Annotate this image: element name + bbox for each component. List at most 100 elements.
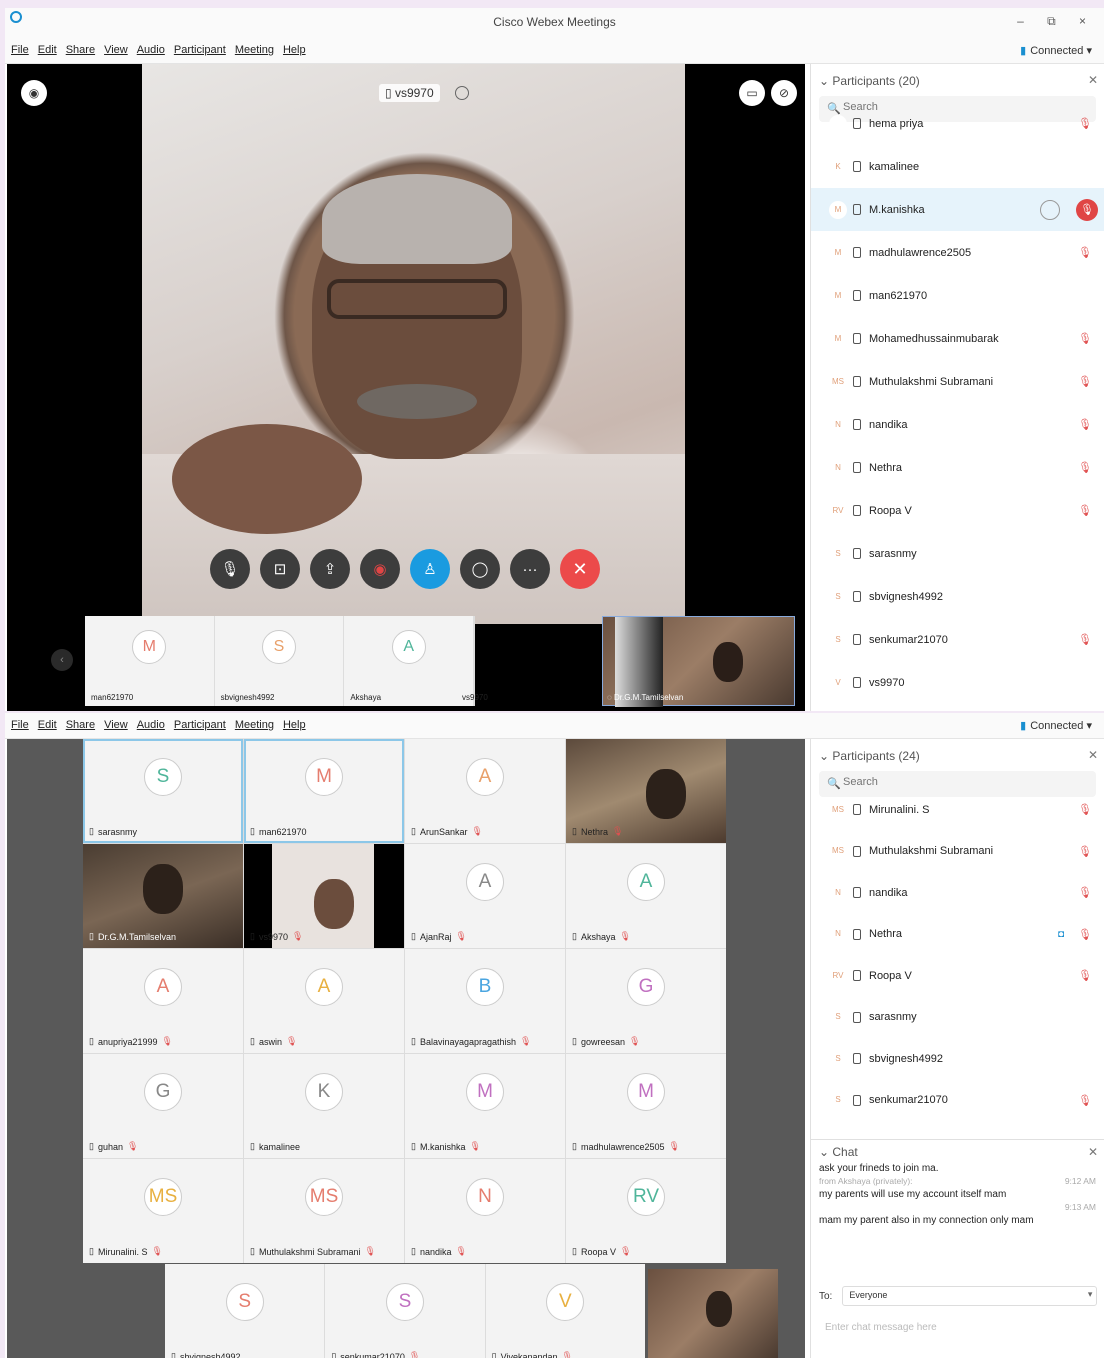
- participants-button[interactable]: ♙: [410, 549, 450, 589]
- participant-tile[interactable]: M ▯ M.kanishka 🎙: [405, 1054, 565, 1158]
- participant-tile[interactable]: A ▯ Akshaya 🎙: [566, 844, 726, 948]
- participant-row[interactable]: RV Roopa V 🎙: [811, 955, 1104, 997]
- chat-header[interactable]: ⌄ Chat ✕: [811, 1140, 1104, 1162]
- menu-view[interactable]: View: [104, 719, 128, 731]
- participant-row[interactable]: Ssbvignesh4992: [811, 575, 1104, 618]
- share-button[interactable]: ⇪: [310, 549, 350, 589]
- microphone-icon[interactable]: 🎙: [1078, 375, 1092, 388]
- participant-tile[interactable]: A ▯ anupriya21999 🎙: [83, 949, 243, 1053]
- chat-button[interactable]: ◯: [460, 549, 500, 589]
- more-options-button[interactable]: ···: [510, 549, 550, 589]
- menu-audio[interactable]: Audio: [137, 44, 165, 56]
- video-thumbnail[interactable]: vs9970: [462, 616, 488, 706]
- close-icon[interactable]: ✕: [1088, 73, 1098, 87]
- participant-row[interactable]: Mman621970: [811, 274, 1104, 317]
- participant-tile[interactable]: ▯ Dr.G.M.Tamilselvan: [83, 844, 243, 948]
- menu-participant[interactable]: Participant: [174, 44, 226, 56]
- participant-row[interactable]: Mmadhulawrence2505 🎙: [811, 231, 1104, 274]
- pin-icon[interactable]: ⊘: [771, 80, 797, 106]
- participants-header[interactable]: ⌄ Participants (20) ✕: [811, 64, 1104, 94]
- participant-tile[interactable]: M ▯ man621970: [244, 739, 404, 843]
- menu-audio[interactable]: Audio: [137, 719, 165, 731]
- participant-row[interactable]: RV Roopa V 🎙: [811, 489, 1104, 532]
- self-view[interactable]: [648, 1269, 778, 1358]
- microphone-icon[interactable]: 🎙: [1078, 117, 1092, 130]
- participant-row[interactable]: Ssarasnmy: [811, 532, 1104, 575]
- chat-input[interactable]: Enter chat message here: [825, 1322, 937, 1333]
- participant-row[interactable]: Nnandika 🎙: [811, 872, 1104, 914]
- video-thumbnail[interactable]: A Akshaya: [344, 616, 475, 706]
- menu-edit[interactable]: Edit: [38, 44, 57, 56]
- menu-file[interactable]: File: [11, 44, 29, 56]
- participant-tile[interactable]: MS ▯ Mirunalini. S 🎙: [83, 1159, 243, 1263]
- participant-row[interactable]: Kkamalinee: [811, 145, 1104, 188]
- mute-participant-button[interactable]: 🎙: [1076, 198, 1098, 221]
- record-button[interactable]: ◉: [360, 549, 400, 589]
- participant-tile[interactable]: S ▯ senkumar21070 🎙: [325, 1264, 485, 1358]
- connection-status[interactable]: ▮ Connected ▾: [1020, 44, 1092, 57]
- active-speaker-video[interactable]: ◉ ▭ ⊘ ▯ vs9970 🎙 ⊡ ⇪ ◉ ♙ ◯ ··· ✕ ‹ Mman6…: [7, 64, 805, 711]
- participant-tile[interactable]: N ▯ nandika 🎙: [405, 1159, 565, 1263]
- recipient-select[interactable]: Everyone: [842, 1286, 1098, 1306]
- leave-meeting-button[interactable]: ✕: [560, 549, 600, 589]
- participant-row[interactable]: MS Muthulakshmi Subramani 🎙: [811, 360, 1104, 403]
- participant-tile[interactable]: ▯ Nethra 🎙: [566, 739, 726, 843]
- menu-help[interactable]: Help: [283, 719, 306, 731]
- participant-tile[interactable]: A ▯ AjanRaj 🎙: [405, 844, 565, 948]
- participant-tile[interactable]: S ▯ sarasnmy: [83, 739, 243, 843]
- participant-tile[interactable]: A ▯ ArunSankar 🎙: [405, 739, 565, 843]
- participant-tile[interactable]: S ▯ sbvignesh4992: [165, 1264, 325, 1358]
- participant-row[interactable]: Ssarasnmy: [811, 997, 1104, 1039]
- microphone-icon[interactable]: 🎙: [1078, 1094, 1092, 1107]
- microphone-icon[interactable]: 🎙: [1078, 504, 1092, 517]
- microphone-icon[interactable]: 🎙: [1078, 886, 1092, 899]
- stop-video-button[interactable]: ⊡: [260, 549, 300, 589]
- mute-button[interactable]: 🎙: [210, 549, 250, 589]
- menu-meeting[interactable]: Meeting: [235, 44, 274, 56]
- search-input[interactable]: [843, 776, 1083, 788]
- participant-row[interactable]: N Nethra 🎙 ◘: [811, 914, 1104, 956]
- participant-tile[interactable]: V ▯ Vivekanandan 🎙: [485, 1264, 645, 1358]
- microphone-icon[interactable]: 🎙: [1078, 928, 1092, 941]
- menu-share[interactable]: Share: [66, 44, 95, 56]
- participant-tile[interactable]: A ▯ aswin 🎙: [244, 949, 404, 1053]
- microphone-icon[interactable]: 🎙: [1078, 246, 1092, 259]
- participant-row[interactable]: MS Muthulakshmi Subramani 🎙: [811, 831, 1104, 873]
- participant-tile[interactable]: RV ▯ Roopa V 🎙: [566, 1159, 726, 1263]
- menu-edit[interactable]: Edit: [38, 719, 57, 731]
- microphone-icon[interactable]: 🎙: [1078, 633, 1092, 646]
- participant-row[interactable]: Vvs9970: [811, 661, 1104, 704]
- participant-tile[interactable]: MS ▯ Muthulakshmi Subramani 🎙: [244, 1159, 404, 1263]
- menu-view[interactable]: View: [104, 44, 128, 56]
- window-controls[interactable]: – ⧉ ×: [1017, 14, 1096, 29]
- microphone-icon[interactable]: 🎙: [1078, 332, 1092, 345]
- video-thumbnail[interactable]: Mman621970: [85, 616, 215, 706]
- chat-participant-icon[interactable]: [1040, 199, 1060, 220]
- self-view[interactable]: ◌ Dr.G.M.Tamilselvan: [602, 616, 795, 707]
- participant-row[interactable]: M Mohamedhussainmubarak 🎙: [811, 317, 1104, 360]
- participant-tile[interactable]: M ▯ madhulawrence2505 🎙: [566, 1054, 726, 1158]
- layout-icon[interactable]: ◉: [21, 80, 47, 106]
- participant-tile[interactable]: G ▯ guhan 🎙: [83, 1054, 243, 1158]
- participant-tile[interactable]: ▯ vs9970 🎙: [244, 844, 404, 948]
- participant-row[interactable]: Nnandika 🎙: [811, 403, 1104, 446]
- menu-meeting[interactable]: Meeting: [235, 719, 274, 731]
- microphone-icon[interactable]: 🎙: [1078, 969, 1092, 982]
- participant-tile[interactable]: B ▯ Balavinayagapragathish 🎙: [405, 949, 565, 1053]
- participant-tile[interactable]: K ▯ kamalinee: [244, 1054, 404, 1158]
- participant-row[interactable]: Ssenkumar21070 🎙: [811, 1080, 1104, 1122]
- menu-file[interactable]: File: [11, 719, 29, 731]
- video-thumbnail[interactable]: Ssbvignesh4992: [214, 616, 345, 706]
- close-icon[interactable]: ✕: [1088, 748, 1098, 762]
- participant-row[interactable]: M M.kanishka 🎙: [811, 188, 1104, 231]
- microphone-icon[interactable]: 🎙: [1078, 845, 1092, 858]
- microphone-icon[interactable]: 🎙: [1078, 461, 1092, 474]
- participant-row[interactable]: hema priya 🎙: [811, 102, 1104, 145]
- participants-header[interactable]: ⌄ Participants (24) ✕: [811, 739, 1104, 769]
- microphone-icon[interactable]: 🎙: [1078, 418, 1092, 431]
- participant-row[interactable]: Ssbvignesh4992: [811, 1038, 1104, 1080]
- menu-participant[interactable]: Participant: [174, 719, 226, 731]
- participant-row[interactable]: Ssenkumar21070 🎙: [811, 618, 1104, 661]
- participant-tile[interactable]: G ▯ gowreesan 🎙: [566, 949, 726, 1053]
- menu-help[interactable]: Help: [283, 44, 306, 56]
